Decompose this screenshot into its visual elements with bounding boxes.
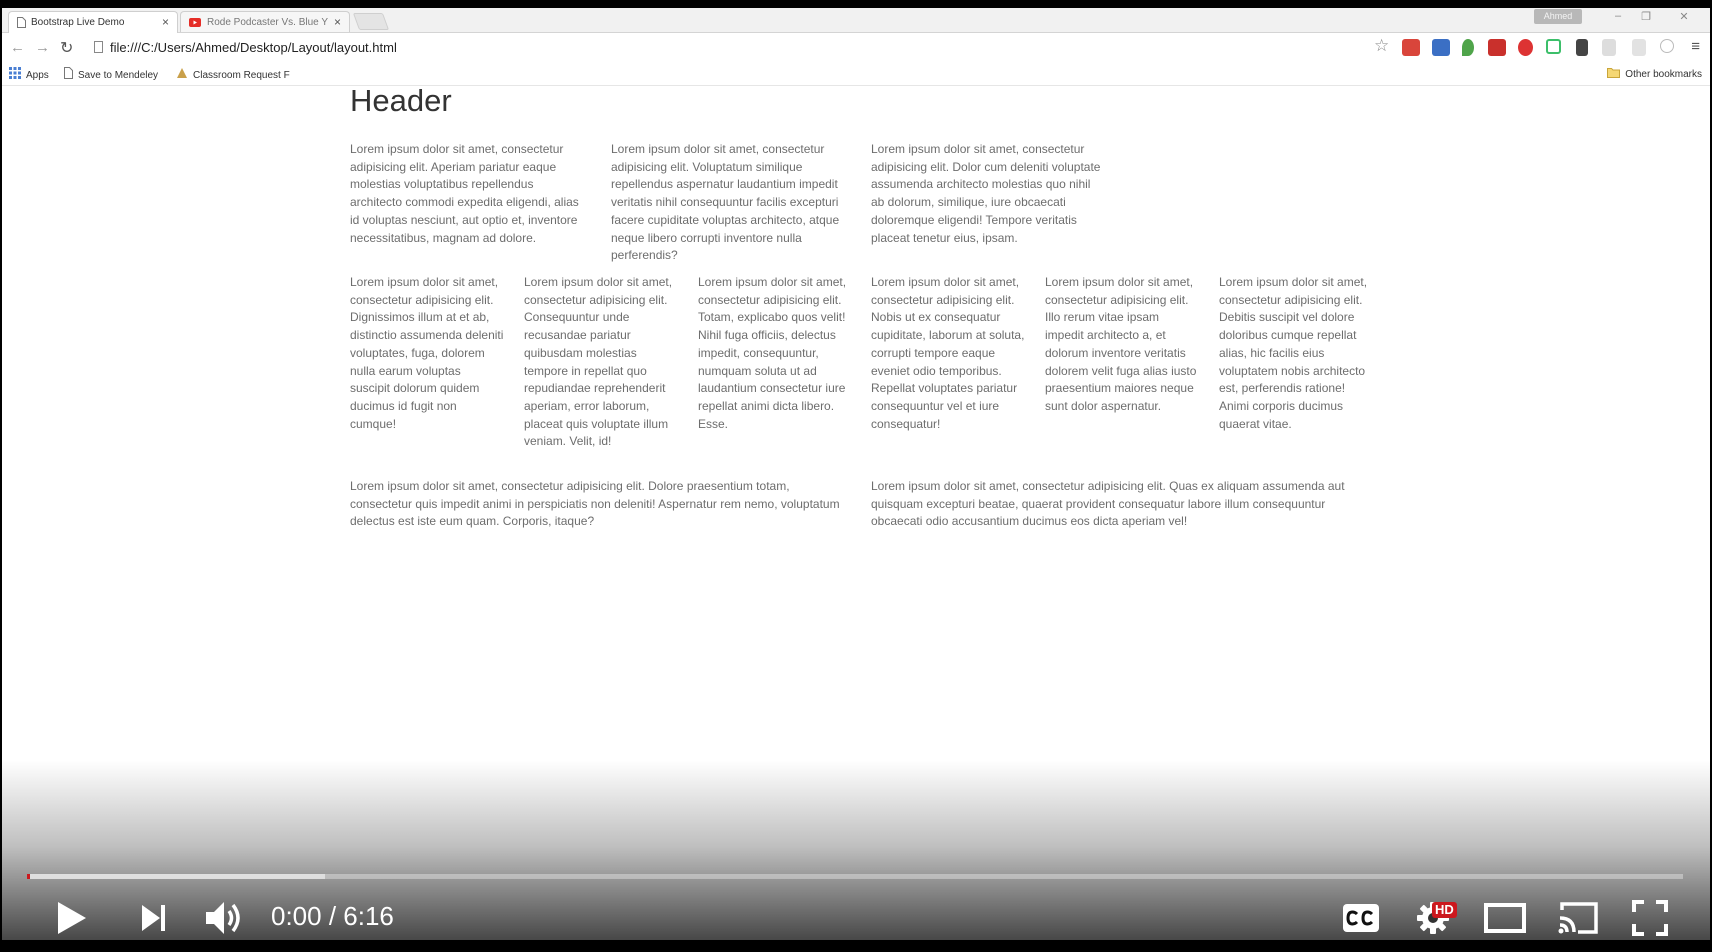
bookmarks-bar: Apps Save to Mendeley Classroom Request … (2, 63, 1710, 86)
extension-icon[interactable] (1660, 39, 1674, 53)
opera-extension-icon[interactable] (1518, 39, 1533, 56)
row2-col5-text: Lorem ipsum dolor sit amet, consectetur … (1045, 275, 1197, 413)
page-content: Header Lorem ipsum dolor sit amet, conse… (2, 83, 1710, 806)
page-icon (17, 17, 26, 28)
close-tab-icon[interactable]: × (334, 15, 341, 29)
volume-icon[interactable] (204, 898, 246, 938)
bookmark-label: Classroom Request F (193, 70, 290, 81)
progress-buffered (27, 874, 326, 879)
extension-icon[interactable] (1632, 39, 1646, 56)
menu-icon[interactable]: ≡ (1691, 38, 1700, 55)
address-bar[interactable]: file:///C:/Users/Ahmed/Desktop/Layout/la… (88, 37, 1368, 59)
gmail-extension-icon[interactable] (1402, 39, 1420, 56)
row2-col4-text: Lorem ipsum dolor sit amet, consectetur … (871, 275, 1025, 431)
next-icon[interactable] (140, 902, 168, 934)
cast-icon[interactable] (1556, 900, 1600, 936)
row3-col2-text: Lorem ipsum dolor sit amet, consectetur … (871, 479, 1345, 529)
row1-col3-text: Lorem ipsum dolor sit amet, consectetur … (871, 142, 1101, 245)
tab-bootstrap-live-demo[interactable]: Bootstrap Live Demo × (8, 11, 178, 33)
theater-icon[interactable] (1484, 903, 1526, 933)
classroom-icon (177, 68, 187, 78)
row1-col1-text: Lorem ipsum dolor sit amet, consectetur … (350, 142, 579, 245)
close-window-icon[interactable]: ✕ (1672, 10, 1696, 26)
progress-played (27, 874, 31, 879)
extension-icon[interactable] (1488, 39, 1506, 56)
bookmark-label: Apps (26, 70, 49, 81)
evernote-extension-icon[interactable] (1462, 39, 1474, 56)
bookmark-classroom-request[interactable]: Classroom Request F (176, 67, 290, 81)
tab-title: Bootstrap Live Demo (31, 17, 125, 28)
url-text: file:///C:/Users/Ahmed/Desktop/Layout/la… (110, 40, 397, 55)
player-gradient (0, 760, 1712, 952)
row1-col2-text: Lorem ipsum dolor sit amet, consectetur … (611, 142, 840, 263)
tab-rode-podcaster[interactable]: Rode Podcaster Vs. Blue Y × (180, 11, 350, 32)
tab-title: Rode Podcaster Vs. Blue Y (207, 17, 328, 28)
captions-icon[interactable] (1342, 903, 1380, 933)
row2-col6-text: Lorem ipsum dolor sit amet, consectetur … (1219, 275, 1368, 431)
hd-badge: HD (1432, 902, 1457, 918)
time-display: 0:00 / 6:16 (271, 901, 394, 931)
tab-strip: Bootstrap Live Demo × Rode Podcaster Vs.… (2, 8, 1710, 33)
bookmark-star-icon[interactable]: ☆ (1374, 36, 1389, 56)
extension-icon[interactable] (1602, 39, 1616, 56)
bookmark-label: Save to Mendeley (78, 70, 159, 81)
extension-icon[interactable] (1546, 39, 1561, 54)
forward-icon[interactable]: → (35, 39, 50, 56)
bookmark-save-to-mendeley[interactable]: Save to Mendeley (64, 67, 158, 81)
other-bookmarks[interactable]: Other bookmarks (1607, 67, 1702, 80)
play-icon[interactable] (56, 900, 88, 936)
close-tab-icon[interactable]: × (162, 15, 169, 29)
row2-col1-text: Lorem ipsum dolor sit amet, consectetur … (350, 275, 504, 431)
new-tab-button[interactable] (352, 13, 390, 30)
back-icon[interactable]: ← (10, 39, 25, 56)
apps-grid-icon (9, 67, 21, 79)
restore-icon[interactable]: ❐ (1634, 10, 1658, 26)
bookmark-label: Other bookmarks (1625, 69, 1702, 80)
minimize-icon[interactable]: – (1606, 10, 1630, 26)
folder-icon (1607, 68, 1621, 78)
reload-icon[interactable]: ↻ (60, 38, 73, 58)
progress-bar[interactable] (27, 874, 1683, 879)
page-icon (64, 67, 73, 79)
page-header: Header (350, 83, 452, 118)
bookmark-apps[interactable]: Apps (9, 67, 49, 81)
fullscreen-icon[interactable] (1632, 900, 1668, 936)
profile-button[interactable]: Ahmed (1534, 9, 1582, 24)
row2-col2-text: Lorem ipsum dolor sit amet, consectetur … (524, 275, 673, 449)
screen-extension-icon[interactable] (1432, 39, 1450, 56)
youtube-icon (189, 18, 201, 27)
page-icon (94, 41, 103, 53)
row3-col1-text: Lorem ipsum dolor sit amet, consectetur … (350, 479, 840, 529)
browser-toolbar: ← → ↻ file:///C:/Users/Ahmed/Desktop/Lay… (2, 33, 1710, 63)
extension-icon[interactable] (1576, 39, 1588, 56)
row2-col3-text: Lorem ipsum dolor sit amet, consectetur … (698, 275, 847, 431)
video-frame[interactable]: Bootstrap Live Demo × Rode Podcaster Vs.… (0, 0, 1712, 952)
